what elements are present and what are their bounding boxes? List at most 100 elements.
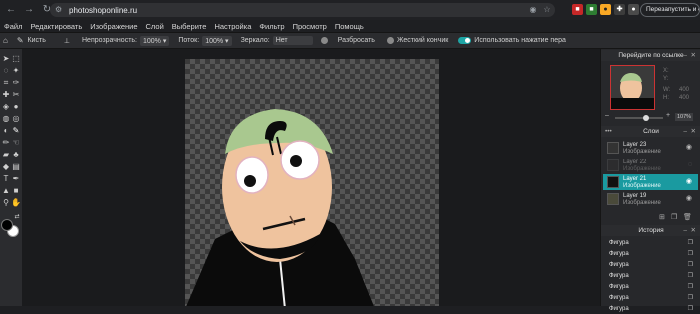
lasso-tool-icon[interactable]: ◌ [1, 66, 11, 76]
magic-wand-icon[interactable]: ✦ [11, 66, 21, 76]
navigator-thumbnail[interactable] [610, 65, 655, 110]
document-canvas[interactable] [185, 59, 439, 306]
duplicate-layer-icon[interactable]: ❐ [671, 213, 677, 221]
menu-filter[interactable]: Фильтр [255, 22, 288, 31]
layer-type: Изображение [623, 200, 661, 206]
brushes-label[interactable]: Кисть [28, 37, 46, 44]
swap-colors-icon[interactable]: ⇄ [12, 212, 22, 222]
history-item[interactable]: Фигура ❐ [601, 238, 700, 248]
clone-stamp-icon[interactable]: ♣ [11, 150, 21, 160]
url-text: photoshoponline.ru [69, 5, 138, 15]
shape-history-icon: ❐ [687, 251, 693, 257]
eraser-tool-icon[interactable]: ▰ [1, 150, 11, 160]
close-icon[interactable]: ✕ [691, 126, 696, 137]
right-panels: Перейдите по ссылке – ✕ X: Y: W: 400 H: 40… [600, 49, 700, 312]
address-bar[interactable]: ⚙ photoshoponline.ru ◉ ☆ [50, 3, 555, 17]
zoom-value[interactable]: 107% [675, 113, 694, 121]
path-select-icon[interactable]: ▲ [1, 186, 11, 196]
dodge-tool-icon[interactable]: ◎ [11, 114, 21, 124]
blur-drop-icon[interactable]: ● [11, 102, 21, 112]
history-title: История [638, 227, 664, 234]
heal-tool-icon[interactable]: ✚ [1, 90, 11, 100]
history-label: Фигура [609, 306, 629, 312]
layer-row[interactable]: Layer 19 Изображение ◉ [603, 191, 698, 207]
scatter-toggle[interactable] [320, 37, 328, 44]
menu-adjust[interactable]: Настройка [210, 22, 255, 31]
new-layer-icon[interactable]: ⊞ [659, 213, 665, 221]
zoom-out-icon[interactable]: – [605, 112, 609, 119]
close-icon[interactable]: ✕ [691, 50, 696, 61]
brush-tool-active-icon[interactable]: ✎ [11, 126, 21, 136]
menu-image[interactable]: Изображение [86, 22, 141, 31]
visibility-eye-icon[interactable]: ◌ [688, 161, 692, 168]
marquee-tool-icon[interactable]: ⬚ [11, 54, 21, 64]
zoom-in-icon[interactable]: + [666, 112, 670, 119]
flow-select[interactable]: 100% ▾ [202, 35, 232, 46]
extension-yellow-icon[interactable]: ● [600, 4, 611, 15]
extensions-puzzle-icon[interactable]: ✚ [614, 4, 625, 15]
close-icon[interactable]: ✕ [691, 225, 696, 236]
profile-icon[interactable]: ● [628, 4, 639, 15]
history-item[interactable]: Фигура ❐ [601, 260, 700, 270]
artwork [186, 109, 374, 306]
hide-icon[interactable]: ◉ [528, 5, 538, 15]
forward-icon[interactable]: → [22, 3, 36, 17]
pen-tool-icon[interactable]: ✒ [11, 174, 21, 184]
back-icon[interactable]: ← [4, 3, 18, 17]
site-info-icon[interactable]: ⚙ [55, 5, 65, 15]
menu-help[interactable]: Помощь [331, 22, 368, 31]
patch-tool-icon[interactable]: ◈ [1, 102, 11, 112]
menu-select[interactable]: Выберите [168, 22, 211, 31]
hard-tip-toggle[interactable] [386, 37, 394, 44]
mirror-select[interactable]: Нет [272, 36, 313, 45]
scissors-icon[interactable]: ✂ [11, 90, 21, 100]
visibility-eye-icon[interactable]: ◉ [686, 144, 692, 151]
sponge-tool-icon[interactable]: ◍ [1, 114, 11, 124]
delete-layer-icon[interactable]: 🗑 [683, 213, 692, 221]
move-tool-icon[interactable]: ➤ [1, 54, 11, 64]
pencil-tool-icon[interactable]: ✏ [1, 138, 11, 148]
extension-red-icon[interactable]: ■ [572, 4, 583, 15]
menu-view[interactable]: Просмотр [289, 22, 331, 31]
y-label: Y: [663, 76, 669, 82]
collapse-icon[interactable]: – [683, 50, 687, 61]
restart-update-button[interactable]: Перезапустить и обн [640, 3, 700, 17]
eyedropper-icon[interactable]: ✑ [11, 78, 21, 88]
bookmark-star-icon[interactable]: ☆ [542, 5, 552, 15]
zoom-tool-icon[interactable]: ⚲ [1, 198, 11, 208]
shape-tool-icon[interactable]: ■ [11, 186, 21, 196]
history-item[interactable]: Фигура ❐ [601, 271, 700, 281]
history-item[interactable]: Фигура ❐ [601, 293, 700, 303]
home-icon[interactable]: ⌂ [3, 36, 8, 45]
layer-name: Layer 23 [623, 142, 647, 148]
menu-edit[interactable]: Редактировать [26, 22, 86, 31]
type-tool-icon[interactable]: T [1, 174, 11, 184]
tools-panel: ➤ ⬚ ◌ ✦ ⌗ ✑ ✚ ✂ ◈ ● ◍ ◎ ◐ ✎ ✏ ☜ ▰ ♣ ◆ ▤ … [0, 49, 22, 306]
extension-green-icon[interactable]: ■ [586, 4, 597, 15]
layer-row-selected[interactable]: Layer 21 Изображение ◉ [603, 174, 698, 190]
smudge-tool-icon[interactable]: ☜ [11, 138, 21, 148]
h-label: H: [663, 95, 669, 101]
history-item[interactable]: Фигура ❐ [601, 282, 700, 292]
panel-menu-icon[interactable]: ••• [605, 126, 612, 137]
menu-file[interactable]: Файл [0, 22, 26, 31]
paint-bucket-icon[interactable]: ◆ [1, 162, 11, 172]
layer-row[interactable]: Layer 22 Изображение ◌ [603, 157, 698, 173]
mask-tool-icon[interactable]: ◐ [1, 126, 11, 136]
hand-tool-icon[interactable]: ✋ [11, 198, 21, 208]
history-item[interactable]: Фигура ❐ [601, 249, 700, 259]
gradient-tool-icon[interactable]: ▤ [11, 162, 21, 172]
visibility-eye-icon[interactable]: ◉ [686, 178, 692, 185]
collapse-icon[interactable]: – [683, 225, 687, 236]
collapse-icon[interactable]: – [683, 126, 687, 137]
opacity-select[interactable]: 100% ▾ [140, 35, 170, 46]
canvas-workspace[interactable] [22, 49, 600, 306]
visibility-eye-icon[interactable]: ◉ [686, 195, 692, 202]
zoom-slider-handle[interactable] [643, 115, 649, 121]
crop-tool-icon[interactable]: ⌗ [1, 78, 11, 88]
brush-size-icon[interactable]: ⊥ [64, 37, 70, 45]
zoom-slider[interactable] [615, 115, 663, 121]
layer-row[interactable]: Layer 23 Изображение ◉ [603, 140, 698, 156]
use-pressure-toggle[interactable] [458, 37, 472, 44]
menu-layer[interactable]: Слой [142, 22, 168, 31]
